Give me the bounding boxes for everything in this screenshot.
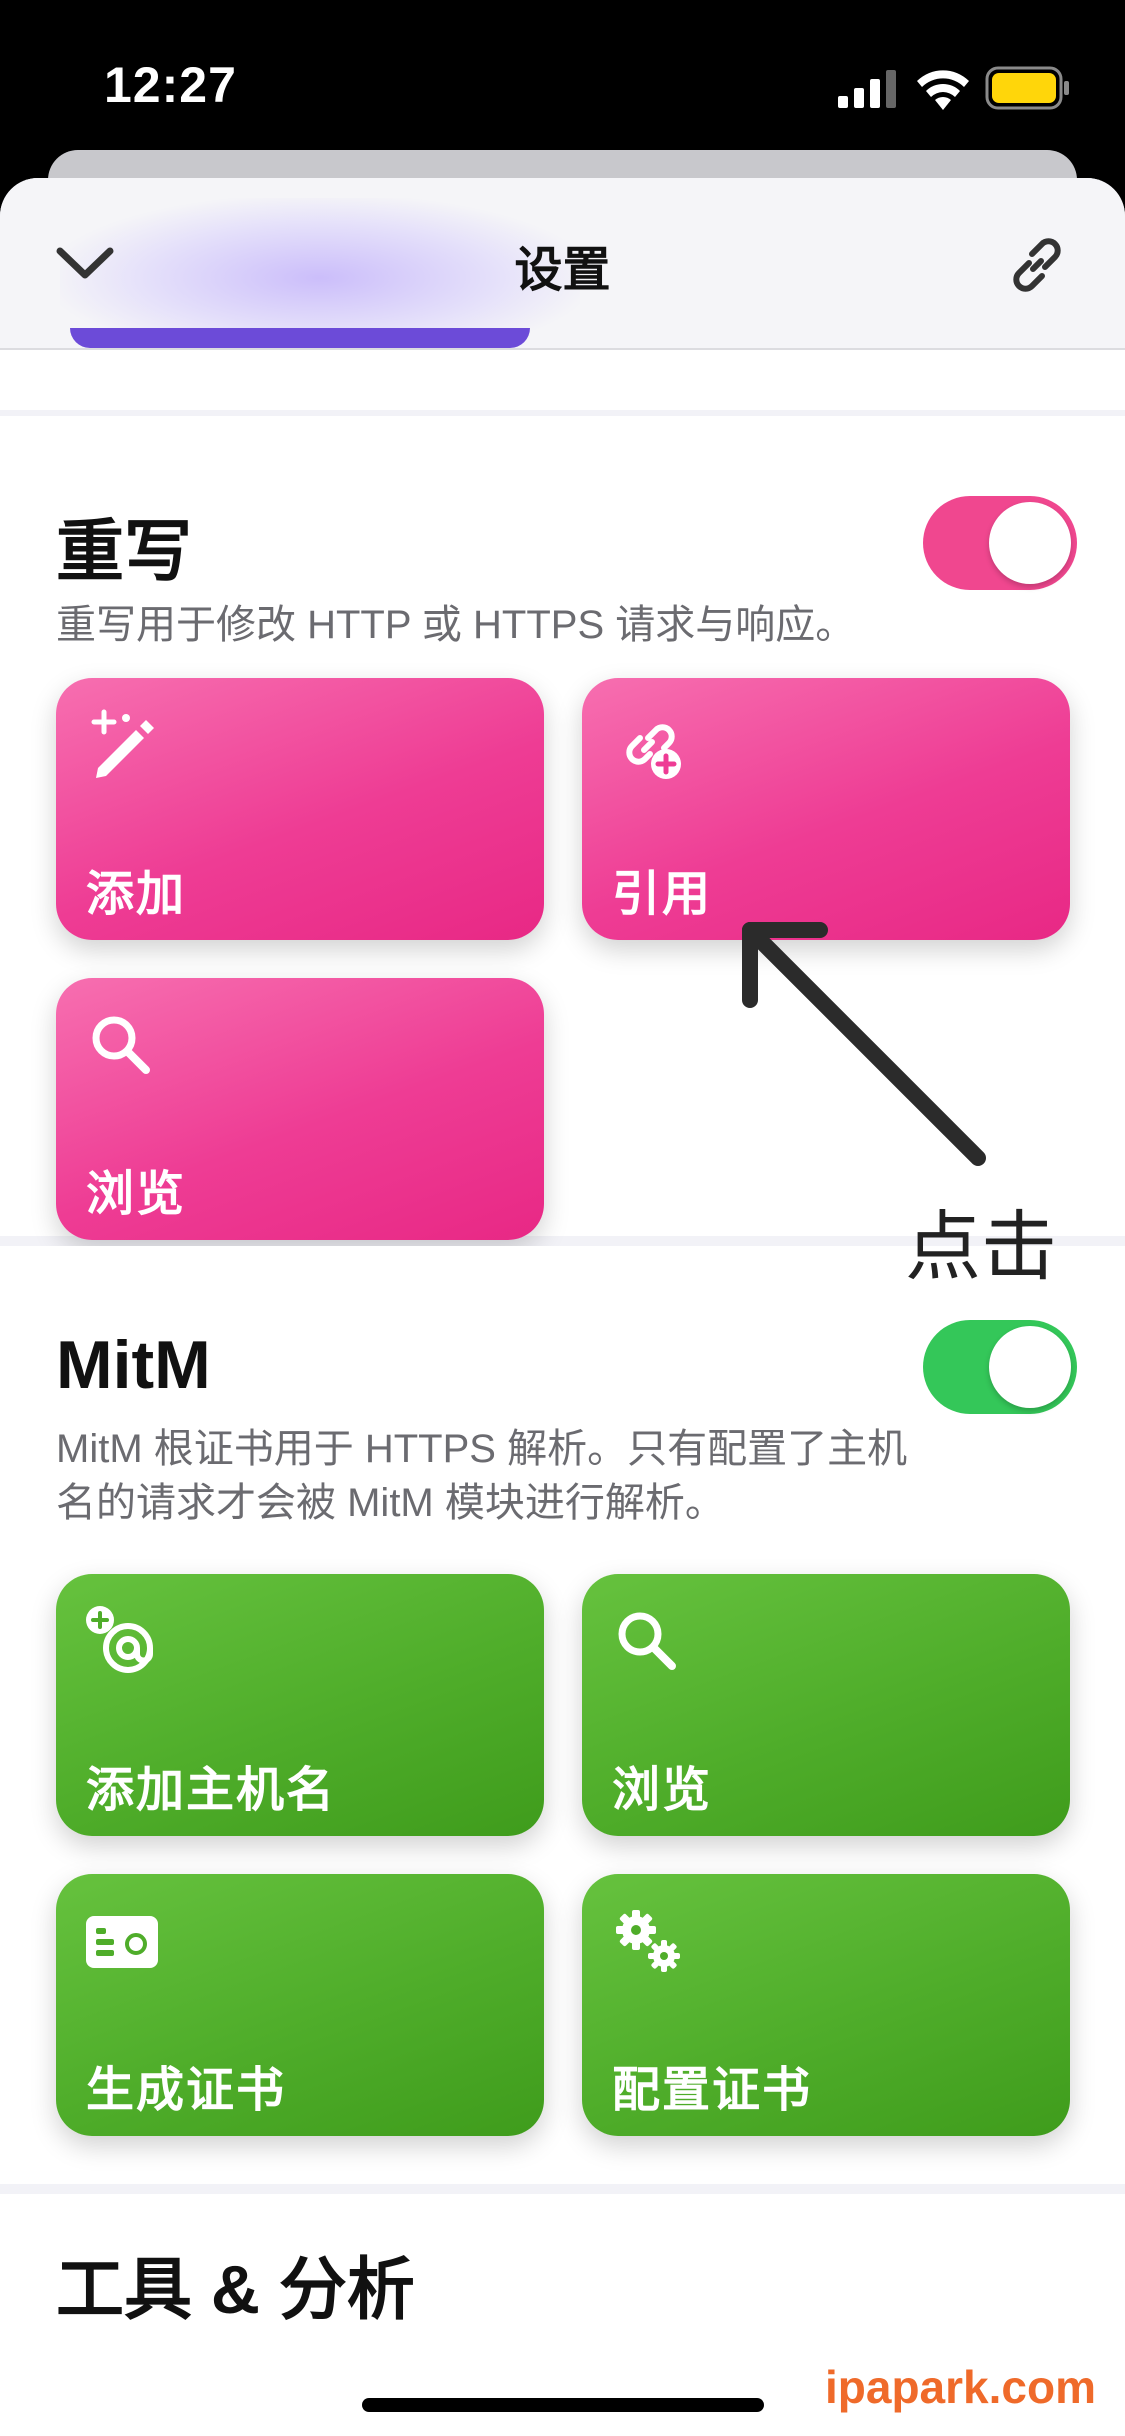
tools-title: 工具 & 分析 — [56, 2252, 415, 2328]
tile-label: 配置证书 — [612, 2064, 813, 2117]
wifi-icon — [917, 70, 969, 110]
tile-label: 生成证书 — [86, 2064, 287, 2117]
watermark: ipapark.com — [825, 2361, 1096, 2413]
home-indicator[interactable] — [362, 2398, 764, 2412]
mitm-browse-button[interactable]: 浏览 — [582, 1574, 1070, 1836]
search-icon — [618, 1612, 676, 1670]
mitm-toggle[interactable] — [923, 1320, 1077, 1414]
tile-label: 浏览 — [86, 1168, 187, 1221]
link-plus-icon — [626, 724, 681, 779]
rewrite-description: 重写用于修改 HTTP 或 HTTPS 请求与响应。 — [56, 603, 856, 647]
tile-label: 引用 — [612, 868, 713, 921]
mitm-add-hostname-button[interactable]: 添加主机名 — [56, 1574, 544, 1836]
battery-icon — [985, 66, 1069, 110]
toggle-knob — [989, 1326, 1071, 1408]
settings-sheet: 设置 重写 重写用于修改 HTTP 或 HTTPS 请求与响应。 添加 引用 浏… — [0, 178, 1125, 2436]
add-at-icon — [86, 1606, 153, 1673]
rewrite-title: 重写 — [56, 514, 193, 590]
annotation-text: 点击 — [905, 1205, 1057, 1290]
rewrite-browse-button[interactable]: 浏览 — [56, 978, 544, 1240]
mitm-section: MitM MitM 根证书用于 HTTPS 解析。只有配置了主机 名的请求才会被… — [0, 1246, 1125, 2184]
status-bar: 12:27 — [0, 0, 1125, 150]
gears-icon — [616, 1910, 680, 1972]
nav-bar: 设置 — [0, 178, 1125, 350]
rewrite-add-button[interactable]: 添加 — [56, 678, 544, 940]
arrow-up-left-icon — [742, 922, 986, 1166]
mitm-title: MitM — [56, 1327, 211, 1403]
previous-section-end — [0, 350, 1125, 410]
status-time: 12:27 — [104, 57, 237, 113]
search-icon — [92, 1016, 150, 1074]
cellular-signal-icon — [838, 70, 896, 108]
certificate-card-icon — [86, 1916, 158, 1968]
toggle-knob — [989, 502, 1071, 584]
tile-label: 浏览 — [612, 1764, 713, 1817]
mitm-description-line-1: MitM 根证书用于 HTTPS 解析。只有配置了主机 — [56, 1427, 908, 1471]
mitm-description-line-2: 名的请求才会被 MitM 模块进行解析。 — [56, 1481, 725, 1525]
page-title: 设置 — [514, 244, 611, 297]
link-icon[interactable] — [1005, 233, 1069, 297]
purple-card-edge — [70, 328, 530, 348]
tile-label: 添加 — [86, 868, 187, 921]
screen: 12:27 设置 重写 重写用于修改 HTTP 或 HTTPS 请求与响应。 添… — [0, 0, 1125, 2436]
mitm-configure-certificate-button[interactable]: 配置证书 — [582, 1874, 1070, 2136]
rewrite-toggle[interactable] — [923, 496, 1077, 590]
mitm-generate-certificate-button[interactable]: 生成证书 — [56, 1874, 544, 2136]
tile-label: 添加主机名 — [86, 1764, 337, 1817]
magic-wand-pencil-icon — [91, 709, 154, 778]
